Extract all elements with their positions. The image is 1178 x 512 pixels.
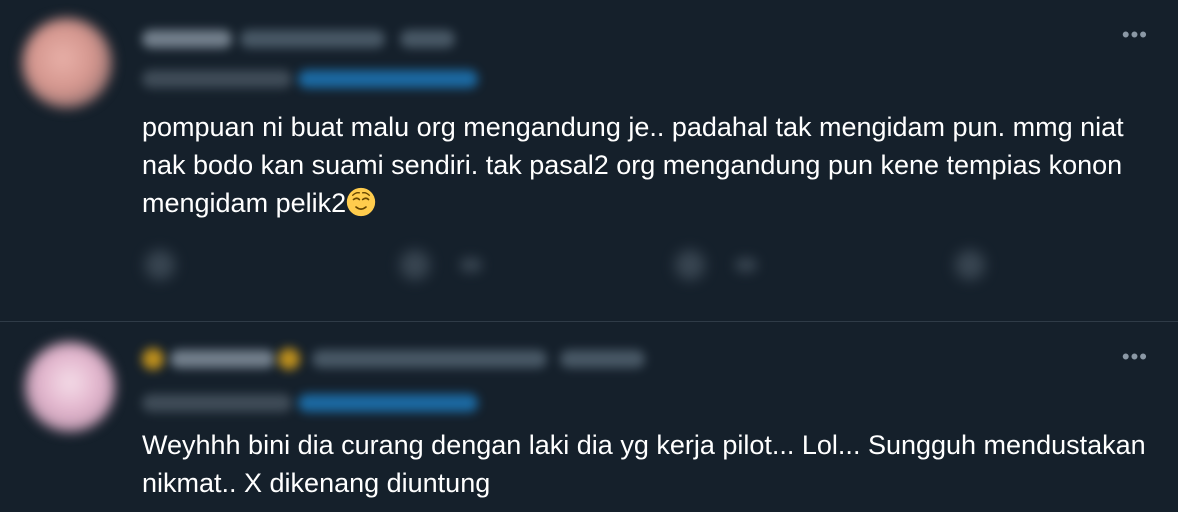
timestamp-blurred[interactable] [560,350,645,368]
tweet-text: pompuan ni buat malu org mengandung je..… [142,108,1162,222]
reply-icon[interactable] [145,250,175,280]
replying-to-blurred [142,394,292,412]
handle-blurred [240,30,385,48]
tweet-card[interactable]: ••• Weyhhh bini dia curang dengan laki d… [0,322,1178,512]
share-icon[interactable] [955,250,985,280]
like-icon[interactable] [675,250,705,280]
retweet-count-blurred [460,258,482,272]
display-name-blurred[interactable] [170,350,275,368]
avatar[interactable] [22,18,112,108]
timestamp-blurred[interactable] [400,30,455,48]
mention-link-blurred[interactable] [298,70,478,88]
replying-to-blurred [142,70,292,88]
timeline: ••• pompuan ni buat malu org mengandung … [0,0,1178,512]
tweet-text-content: pompuan ni buat malu org mengandung je..… [142,112,1132,218]
handle-blurred [312,350,547,368]
tweet-text: Weyhhh bini dia curang dengan laki dia y… [142,430,1154,498]
display-name-blurred[interactable] [142,30,232,48]
name-emoji-blurred [278,348,300,370]
more-options-icon[interactable]: ••• [1122,346,1148,368]
mention-link-blurred[interactable] [298,394,478,412]
more-options-icon[interactable]: ••• [1122,24,1148,46]
name-emoji-blurred [142,348,164,370]
like-count-blurred [735,258,757,272]
retweet-icon[interactable] [400,250,430,280]
tweet-card[interactable]: ••• pompuan ni buat malu org mengandung … [0,0,1178,322]
relieved-face-icon [346,187,376,217]
avatar[interactable] [25,342,115,432]
